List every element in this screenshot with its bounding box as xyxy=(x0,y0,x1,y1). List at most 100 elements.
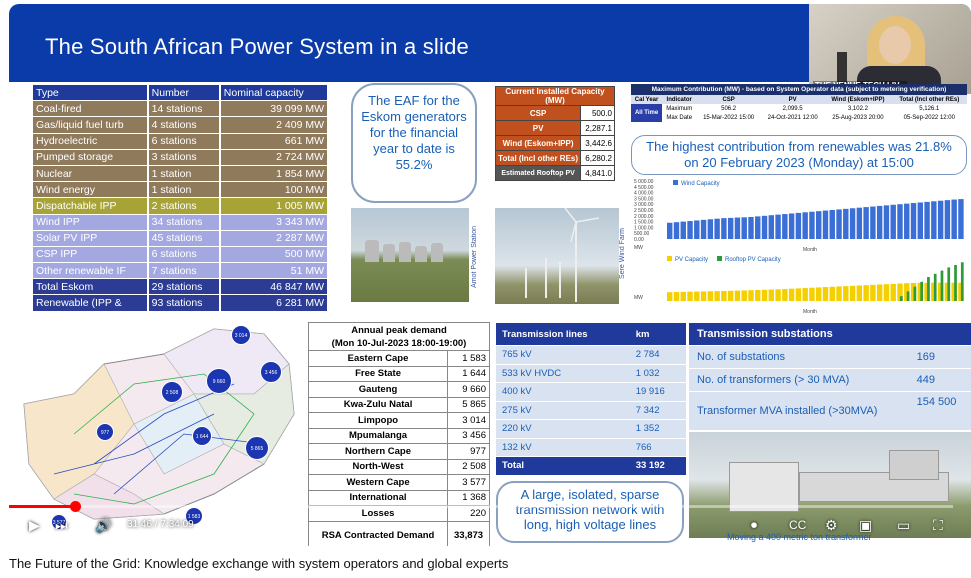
volume-icon[interactable]: 🔊 xyxy=(95,508,112,542)
pv-capacity-bar xyxy=(843,286,849,301)
pv-capacity-chart: PV Capacity Rooftop PV Capacity MW Month xyxy=(634,256,964,315)
capacity-capacity: 100 MW xyxy=(220,182,327,198)
tline-voltage: 220 kV xyxy=(496,420,630,438)
table-row: 132 kV 766 xyxy=(496,438,686,456)
wind-capacity-bar xyxy=(680,221,686,239)
table-row: Gauteng 9 660 xyxy=(307,381,490,398)
sere-caption: Sere Wind Farm xyxy=(619,228,626,279)
table-row: Wind energy 1 station 100 MW xyxy=(33,182,327,198)
slide-title: The South African Power System in a slid… xyxy=(45,34,469,59)
maxc-header: Cal Year xyxy=(631,95,663,104)
subtitles-icon[interactable]: CC xyxy=(789,508,806,542)
tline-voltage: 400 kV xyxy=(496,383,630,401)
demand-region: Kwa-Zulu Natal xyxy=(307,396,449,413)
maxc-cell: 25-Aug-2023 20:00 xyxy=(832,114,884,121)
wind-capacity-bar xyxy=(714,218,720,239)
wind-capacity-bar xyxy=(876,205,883,239)
pv-capacity-bar xyxy=(694,291,700,301)
webcam-overlay: THE VENUE TECH LIV... xyxy=(809,4,971,94)
pv-xlabel: Month xyxy=(803,309,817,315)
wind-capacity-bar xyxy=(951,199,957,239)
wind-capacity-bar xyxy=(741,217,747,239)
settings-icon[interactable]: ⚙ xyxy=(825,508,838,542)
table-row: Limpopo 3 014 xyxy=(307,412,490,429)
theater-mode-icon[interactable]: ▭ xyxy=(897,508,910,542)
wind-capacity-bar xyxy=(809,211,815,239)
wind-capacity-bar xyxy=(755,216,761,239)
pv-capacity-bar xyxy=(849,285,856,301)
table-row: Other renewable IF 7 stations 51 MW xyxy=(33,263,327,279)
demand-region: Mpumalanga xyxy=(307,427,449,444)
maxc-cell: 506.2 xyxy=(721,105,737,112)
table-row: Free State 1 644 xyxy=(307,365,490,382)
installed-value: 2,287.1 xyxy=(580,120,615,136)
table-row: 220 kV 1 352 xyxy=(496,420,686,438)
demand-map-dot: 9 660 xyxy=(206,368,232,394)
capacity-capacity: 1 005 MW xyxy=(220,198,327,214)
tline-km: 1 352 xyxy=(629,420,686,438)
capacity-type: CSP IPP xyxy=(33,246,147,263)
wind-capacity-bar xyxy=(687,221,693,239)
autoplay-toggle-icon[interactable]: ⏺ xyxy=(751,508,757,542)
substation-value: 154 500 xyxy=(908,392,971,430)
pv-capacity-bar xyxy=(734,290,741,301)
eaf-bubble: The EAF for the Eskom generators for the… xyxy=(351,83,477,203)
capacity-header: Nominal capacity xyxy=(220,85,327,101)
demand-region: Limpopo xyxy=(307,412,449,429)
tline-km: 1 032 xyxy=(629,364,686,382)
amot-caption: Amot Power Station xyxy=(471,226,478,288)
wind-capacity-bar xyxy=(788,213,795,239)
capacity-type: Other renewable IF xyxy=(33,263,147,279)
installed-value: 4,841.0 xyxy=(580,165,615,181)
table-row: PV 2,287.1 xyxy=(494,120,615,136)
rooftop-pv-bar xyxy=(947,267,951,301)
wind-capacity-bar xyxy=(816,211,822,239)
video-player[interactable]: The South African Power System in a slid… xyxy=(9,4,971,546)
wind-capacity-bar xyxy=(667,222,673,239)
play-icon[interactable]: ▶ xyxy=(29,508,40,542)
installed-value: 500.0 xyxy=(580,105,615,121)
table-row: Wind (Eskom+IPP) 3,442.6 xyxy=(494,135,615,151)
miniplayer-icon[interactable]: ▣ xyxy=(859,508,872,542)
rooftop-pv-bar xyxy=(920,281,924,301)
tline-km: 7 342 xyxy=(629,401,686,419)
pv-capacity-bar xyxy=(870,284,876,301)
substation-value: 169 xyxy=(908,346,971,368)
maxc-cell: 24-Oct-2021 12:00 xyxy=(767,114,818,121)
wind-capacity-bar xyxy=(931,201,937,239)
pv-capacity-bar xyxy=(741,290,747,301)
table-row: Northern Cape 977 xyxy=(307,443,490,460)
maxc-cell: Max Date xyxy=(666,114,693,121)
fullscreen-icon[interactable]: ⛶ xyxy=(933,508,943,542)
wind-capacity-bar xyxy=(937,200,944,239)
table-row: Total (Incl other REs) 6,280.2 xyxy=(494,150,615,166)
tlines-total-value: 33 192 xyxy=(629,457,686,475)
maxc-cell: 2,099.5 xyxy=(782,105,803,112)
wind-capacity-bar xyxy=(782,214,788,239)
demand-value: 1 583 xyxy=(447,350,490,367)
tlines-header: km xyxy=(629,323,686,345)
table-row: 400 kV 19 916 xyxy=(496,383,686,401)
demand-map-dot: 1 644 xyxy=(192,426,212,446)
next-icon[interactable]: ⏭ xyxy=(55,508,68,542)
wind-capacity-chart: Wind Capacity5 000.004 500.004 000.003 5… xyxy=(634,179,964,253)
wind-capacity-bar xyxy=(958,199,964,239)
demand-map-dot: 3 014 xyxy=(231,325,251,345)
capacity-capacity: 46 847 MW xyxy=(220,279,327,295)
wind-capacity-bar xyxy=(822,210,829,239)
wind-capacity-bar xyxy=(836,209,842,239)
pv-capacity-bar xyxy=(714,291,720,301)
capacity-number: 34 stations xyxy=(148,214,219,230)
maxc-cell: 3,102.2 xyxy=(847,105,868,112)
tline-km: 19 916 xyxy=(629,383,686,401)
wind-legend-swatch xyxy=(673,180,678,185)
capacity-number: 93 stations xyxy=(148,295,219,311)
tline-km: 2 784 xyxy=(629,346,686,364)
table-row: 533 kV HVDC 1 032 xyxy=(496,364,686,382)
installed-label: Total (Incl other REs) xyxy=(494,150,582,166)
wind-capacity-bar xyxy=(802,212,808,239)
pv-capacity-bar xyxy=(782,289,788,301)
capacity-capacity: 6 281 MW xyxy=(220,295,327,311)
demand-value: 3 014 xyxy=(447,412,490,429)
wind-ytick: 0.00 xyxy=(634,237,644,243)
